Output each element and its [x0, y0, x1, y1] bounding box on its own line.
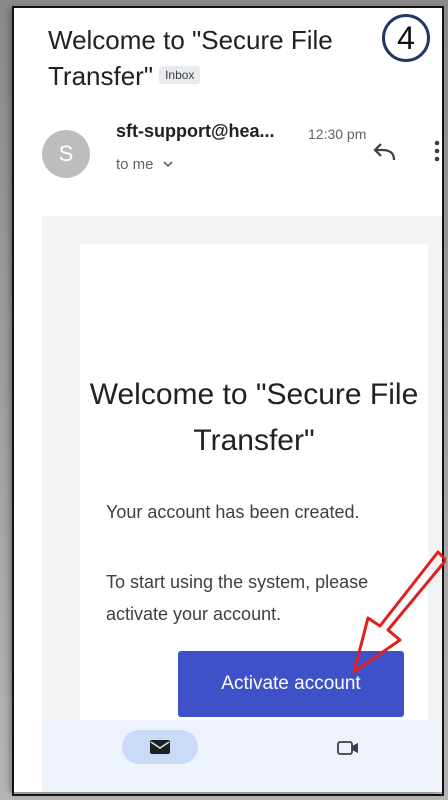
sender-avatar[interactable]: S — [42, 130, 90, 178]
pointer-arrow-icon — [352, 550, 446, 674]
bottom-nav-bar — [42, 720, 442, 792]
card-title: Welcome to "Secure File Transfer" — [89, 378, 419, 457]
email-time: 12:30 pm — [308, 126, 367, 142]
chevron-down-icon — [163, 161, 173, 168]
nav-meet-tab[interactable] — [334, 734, 362, 762]
mail-icon — [150, 740, 170, 754]
email-card: Welcome to "Secure File Transfer" Your a… — [80, 244, 428, 764]
video-icon — [337, 741, 358, 755]
step-number-badge: 4 — [382, 14, 430, 62]
recipient-text: to me — [116, 156, 154, 173]
account-created-text: Your account has been created. — [106, 502, 360, 522]
sender-address[interactable]: sft-support@hea... — [116, 121, 275, 142]
recipient-toggle[interactable]: to me — [116, 156, 174, 173]
nav-mail-tab[interactable] — [122, 730, 198, 764]
more-vert-icon[interactable] — [432, 136, 442, 166]
email-subject: Welcome to "Secure File Transfer" Inbox — [48, 22, 408, 94]
reply-icon[interactable] — [370, 138, 404, 168]
inbox-label-badge[interactable]: Inbox — [159, 66, 201, 85]
